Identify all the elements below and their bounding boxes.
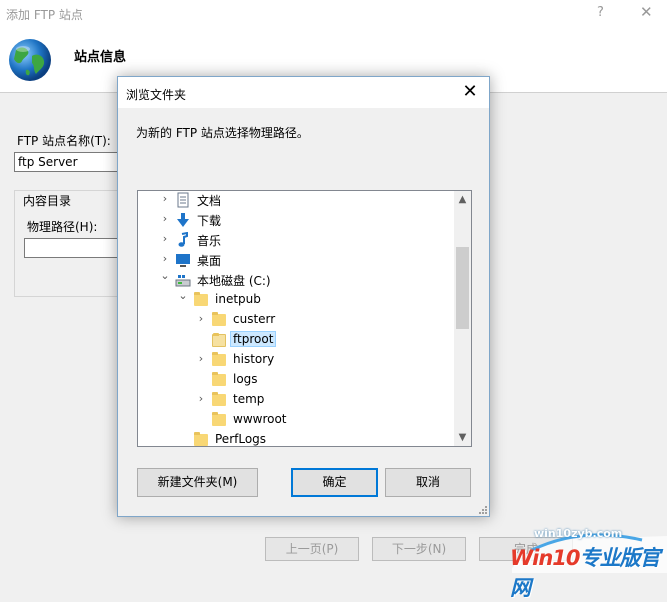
drive-icon	[175, 275, 191, 287]
tree-item[interactable]: › 文档	[138, 191, 454, 210]
folder-icon	[212, 352, 226, 366]
dialog-title: 浏览文件夹	[126, 88, 187, 102]
scroll-down-icon[interactable]: ▼	[454, 429, 471, 446]
tree-item[interactable]: › 下载	[138, 210, 454, 230]
watermark-brand-a: Win10	[510, 546, 581, 570]
tree-item[interactable]: › 桌面	[138, 250, 454, 270]
scroll-thumb[interactable]	[456, 247, 469, 329]
resize-grip-icon[interactable]	[477, 504, 487, 514]
tree-item[interactable]: › custerr	[138, 310, 454, 330]
vertical-scrollbar[interactable]: ▲ ▼	[454, 191, 471, 446]
tree-item[interactable]: ftproot	[138, 330, 454, 350]
document-icon	[177, 192, 189, 208]
folder-open-icon	[212, 333, 226, 347]
dialog-close-icon[interactable]: ✕	[459, 81, 481, 102]
tree-item-label: history	[233, 352, 275, 366]
browse-folder-dialog: 浏览文件夹 ✕ 为新的 FTP 站点选择物理路径。 › 文档 › 下载 › 音乐 › 桌面 ⌄ 本…	[117, 76, 490, 517]
watermark-url: win10zyb.com	[534, 527, 623, 540]
chevron-right-icon[interactable]: ›	[160, 192, 170, 205]
dialog-description: 为新的 FTP 站点选择物理路径。	[136, 126, 309, 140]
tree-item-label: 文档	[197, 194, 222, 208]
tree-item[interactable]: › history	[138, 350, 454, 370]
tree-item-label: logs	[233, 372, 258, 386]
chevron-right-icon[interactable]: ›	[160, 212, 170, 225]
wizard-title: 添加 FTP 站点	[6, 8, 83, 22]
help-icon[interactable]: ?	[597, 5, 604, 20]
tree-item[interactable]: › temp	[138, 390, 454, 410]
ok-button[interactable]: 确定	[291, 468, 378, 497]
folder-icon	[212, 372, 226, 386]
tree-item-label: ftproot	[230, 331, 277, 347]
new-folder-button[interactable]: 新建文件夹(M)	[137, 468, 258, 497]
download-icon	[177, 213, 189, 227]
scroll-up-icon[interactable]: ▲	[454, 191, 471, 208]
watermark-brand: Win10专业版官网	[510, 542, 667, 602]
chevron-right-icon[interactable]: ›	[196, 312, 206, 325]
chevron-down-icon[interactable]: ⌄	[160, 269, 170, 282]
chevron-right-icon[interactable]: ›	[160, 252, 170, 265]
tree-item[interactable]: wwwroot	[138, 410, 454, 430]
folder-icon	[212, 392, 226, 406]
folder-icon	[194, 292, 208, 306]
next-button[interactable]: 下一步(N)	[372, 537, 466, 561]
tree-item-label: 音乐	[197, 234, 222, 248]
dialog-titlebar: 浏览文件夹 ✕	[118, 77, 489, 108]
chevron-right-icon[interactable]: ›	[196, 352, 206, 365]
tree-item[interactable]: ⌄ inetpub	[138, 289, 454, 310]
chevron-down-icon[interactable]: ⌄	[178, 289, 188, 302]
folder-icon	[212, 312, 226, 326]
tree-item-label: 桌面	[197, 254, 222, 268]
tree-item-label: 下载	[197, 214, 222, 228]
physical-path-field[interactable]	[24, 238, 124, 258]
cancel-button[interactable]: 取消	[385, 468, 471, 497]
chevron-right-icon[interactable]: ›	[160, 232, 170, 245]
tree-item[interactable]: PerfLogs	[138, 430, 454, 446]
wizard-titlebar: 添加 FTP 站点 ? ✕	[0, 0, 667, 28]
physical-path-label: 物理路径(H):	[27, 220, 98, 234]
folder-icon	[212, 412, 226, 426]
tree-item-label: 本地磁盘 (C:)	[197, 274, 271, 288]
tree-item[interactable]: › 音乐	[138, 230, 454, 250]
tree-item-label: temp	[233, 392, 265, 406]
folder-tree[interactable]: › 文档 › 下载 › 音乐 › 桌面 ⌄ 本地磁盘 (C:) ⌄ inetpub › custerr ft…	[137, 190, 472, 447]
tree-item-label: wwwroot	[233, 412, 287, 426]
globe-icon	[9, 39, 51, 81]
tree-item-label: inetpub	[215, 292, 261, 306]
tree-item[interactable]: ⌄ 本地磁盘 (C:)	[138, 269, 454, 290]
tree-item[interactable]: logs	[138, 370, 454, 390]
previous-button[interactable]: 上一页(P)	[265, 537, 359, 561]
chevron-right-icon[interactable]: ›	[196, 392, 206, 405]
desktop-icon	[176, 254, 190, 267]
content-directory-label: 内容目录	[20, 192, 75, 209]
site-name-field[interactable]: ftp Server	[14, 152, 124, 172]
tree-item-label: PerfLogs	[215, 432, 267, 446]
wizard-close-icon[interactable]: ✕	[640, 3, 653, 21]
site-name-label: FTP 站点名称(T):	[17, 134, 111, 148]
folder-icon	[194, 432, 208, 446]
page-title: 站点信息	[74, 50, 127, 65]
tree-item-label: custerr	[233, 312, 276, 326]
music-icon	[178, 232, 188, 247]
